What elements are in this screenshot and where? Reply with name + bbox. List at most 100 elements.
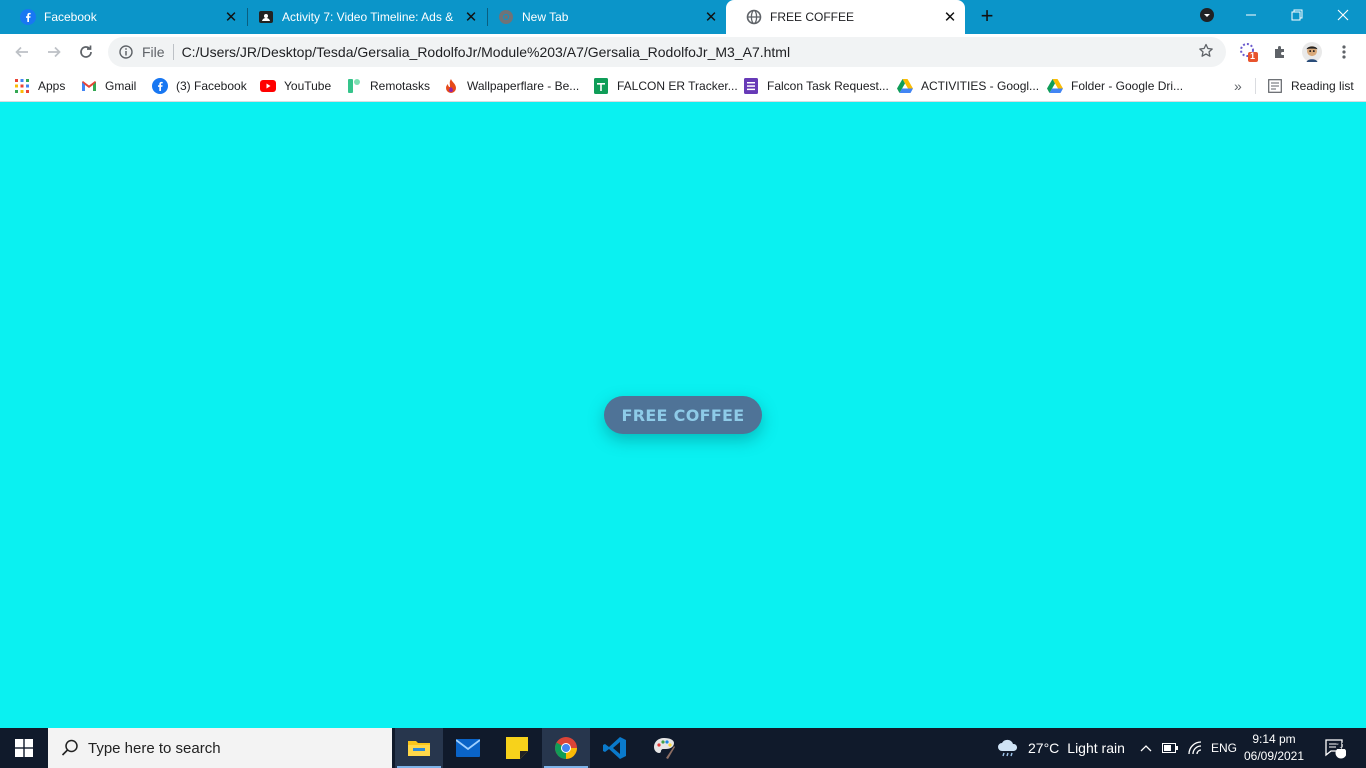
puzzle-icon <box>1275 46 1284 58</box>
free-coffee-button[interactable]: FREE COFFEE <box>604 396 762 434</box>
more-bookmarks-button[interactable]: » <box>1234 76 1242 96</box>
chevron-up-icon <box>1140 745 1152 752</box>
tab-new-tab[interactable]: New Tab ✕ <box>478 0 726 34</box>
remotasks-icon <box>346 78 362 94</box>
taskbar-mail[interactable] <box>444 728 492 768</box>
info-icon[interactable] <box>118 44 134 60</box>
extensions-menu-button[interactable] <box>1270 42 1290 62</box>
browser-toolbar: File C:/Users/JR/Desktop/Tesda/Gersalia_… <box>0 34 1366 70</box>
bookmark-falcon-er-tracker[interactable]: FALCON ER Tracker... <box>593 76 738 96</box>
windows-logo-icon <box>15 739 33 757</box>
reading-list-label: Reading list <box>1291 79 1354 93</box>
extension-button[interactable]: 1 <box>1238 42 1258 62</box>
close-icon <box>1337 9 1349 21</box>
taskbar-paint[interactable] <box>640 728 688 768</box>
battery-icon <box>1162 743 1178 753</box>
reading-list-icon <box>1267 78 1283 94</box>
url-text[interactable]: C:/Users/JR/Desktop/Tesda/Gersalia_Rodol… <box>182 44 791 60</box>
back-button[interactable] <box>10 40 34 64</box>
profile-avatar-button[interactable] <box>1302 42 1322 62</box>
close-tab-icon[interactable]: ✕ <box>702 8 720 26</box>
close-tab-icon[interactable]: ✕ <box>941 8 959 26</box>
windows-taskbar: Type here to search 27°C Light rain ENG … <box>0 728 1366 768</box>
action-center-button[interactable]: 12 <box>1320 728 1350 768</box>
gmail-icon <box>81 78 97 94</box>
taskbar-search-input[interactable]: Type here to search <box>48 728 392 768</box>
reading-list-button[interactable]: Reading list <box>1267 76 1354 96</box>
bookmark-facebook[interactable]: (3) Facebook <box>152 76 247 96</box>
input-language[interactable]: ENG <box>1211 728 1237 768</box>
rain-cloud-icon <box>998 739 1018 757</box>
bookmark-folder-google-drive[interactable]: Folder - Google Dri... <box>1047 76 1183 96</box>
taskbar-clock[interactable]: 9:14 pm 06/09/2021 <box>1240 731 1308 765</box>
bookmark-label: Falcon Task Request... <box>767 79 889 93</box>
tab-strip: Facebook ✕ Activity 7: Video Timeline: A… <box>0 0 1366 34</box>
reload-icon <box>80 45 92 58</box>
bookmark-label: Apps <box>38 79 66 93</box>
start-button[interactable] <box>0 728 48 768</box>
double-chevron-right-icon: » <box>1234 78 1242 94</box>
bookmark-label: ACTIVITIES - Googl... <box>921 79 1040 93</box>
bookmark-label: Gmail <box>105 79 137 93</box>
chrome-menu-button[interactable] <box>1334 42 1354 62</box>
apps-grid-icon <box>14 78 30 94</box>
bookmark-wallpaperflare[interactable]: Wallpaperflare - Be... <box>443 76 579 96</box>
weather-description: Light rain <box>1067 740 1125 756</box>
show-hidden-icons-button[interactable] <box>1140 728 1152 768</box>
restore-button[interactable] <box>1274 0 1320 30</box>
search-icon <box>61 739 78 756</box>
weather-widget[interactable]: 27°C Light rain <box>996 728 1125 768</box>
bookmark-label: FALCON ER Tracker... <box>617 79 738 93</box>
back-arrow-icon <box>15 46 28 58</box>
taskbar-chrome[interactable] <box>542 728 590 768</box>
avatar <box>1302 42 1322 62</box>
bookmark-star-icon[interactable] <box>1198 43 1216 61</box>
close-window-button[interactable] <box>1320 0 1366 30</box>
language-label: ENG <box>1211 741 1238 755</box>
forms-icon <box>743 78 759 94</box>
scheme-label: File <box>142 44 165 60</box>
minimize-icon <box>1246 14 1256 16</box>
bookmark-remotasks[interactable]: Remotasks <box>346 76 430 96</box>
youtube-icon <box>260 78 276 94</box>
classroom-icon <box>258 9 274 25</box>
address-bar[interactable]: File C:/Users/JR/Desktop/Tesda/Gersalia_… <box>108 37 1226 67</box>
extension-badge-count: 1 <box>1250 51 1256 61</box>
bookmarks-divider <box>1255 78 1256 94</box>
chrome-icon <box>555 737 577 759</box>
tab-search-button[interactable] <box>1184 0 1230 30</box>
taskbar-file-explorer[interactable] <box>395 728 443 768</box>
tab-title: FREE COFFEE <box>770 10 855 24</box>
chrome-icon <box>498 9 514 25</box>
facebook-icon <box>20 9 36 25</box>
tab-title: New Tab <box>522 10 569 24</box>
bookmark-label: Wallpaperflare - Be... <box>467 79 580 93</box>
forward-arrow-icon <box>48 46 61 58</box>
omnibox-divider <box>172 44 174 60</box>
bookmark-label: Remotasks <box>370 79 431 93</box>
tab-free-coffee[interactable]: FREE COFFEE ✕ <box>726 0 965 34</box>
forward-button[interactable] <box>42 40 66 64</box>
bookmark-apps[interactable]: Apps <box>14 76 65 96</box>
tab-facebook[interactable]: Facebook ✕ <box>0 0 246 34</box>
taskbar-sticky-notes[interactable] <box>493 728 541 768</box>
battery-status[interactable] <box>1162 728 1178 768</box>
taskbar-vscode[interactable] <box>591 728 639 768</box>
search-placeholder: Type here to search <box>88 739 221 757</box>
bookmark-activities[interactable]: ACTIVITIES - Googl... <box>897 76 1039 96</box>
weather-temperature: 27°C <box>1028 740 1060 756</box>
file-explorer-icon <box>408 741 430 756</box>
facebook-icon <box>152 78 168 94</box>
paint-palette-icon <box>654 738 675 759</box>
clock-date: 06/09/2021 <box>1243 749 1305 763</box>
page-viewport: FREE COFFEE <box>0 102 1366 728</box>
new-tab-button[interactable]: + <box>976 5 998 28</box>
network-status[interactable] <box>1188 728 1204 768</box>
bookmark-youtube[interactable]: YouTube <box>260 76 331 96</box>
bookmark-falcon-task-request[interactable]: Falcon Task Request... <box>743 76 889 96</box>
bookmark-gmail[interactable]: Gmail <box>81 76 136 96</box>
more-vert-icon <box>1342 45 1346 59</box>
tab-activity-7[interactable]: Activity 7: Video Timeline: Ads & ✕ <box>238 0 486 34</box>
reload-button[interactable] <box>74 40 98 64</box>
minimize-button[interactable] <box>1228 0 1274 30</box>
